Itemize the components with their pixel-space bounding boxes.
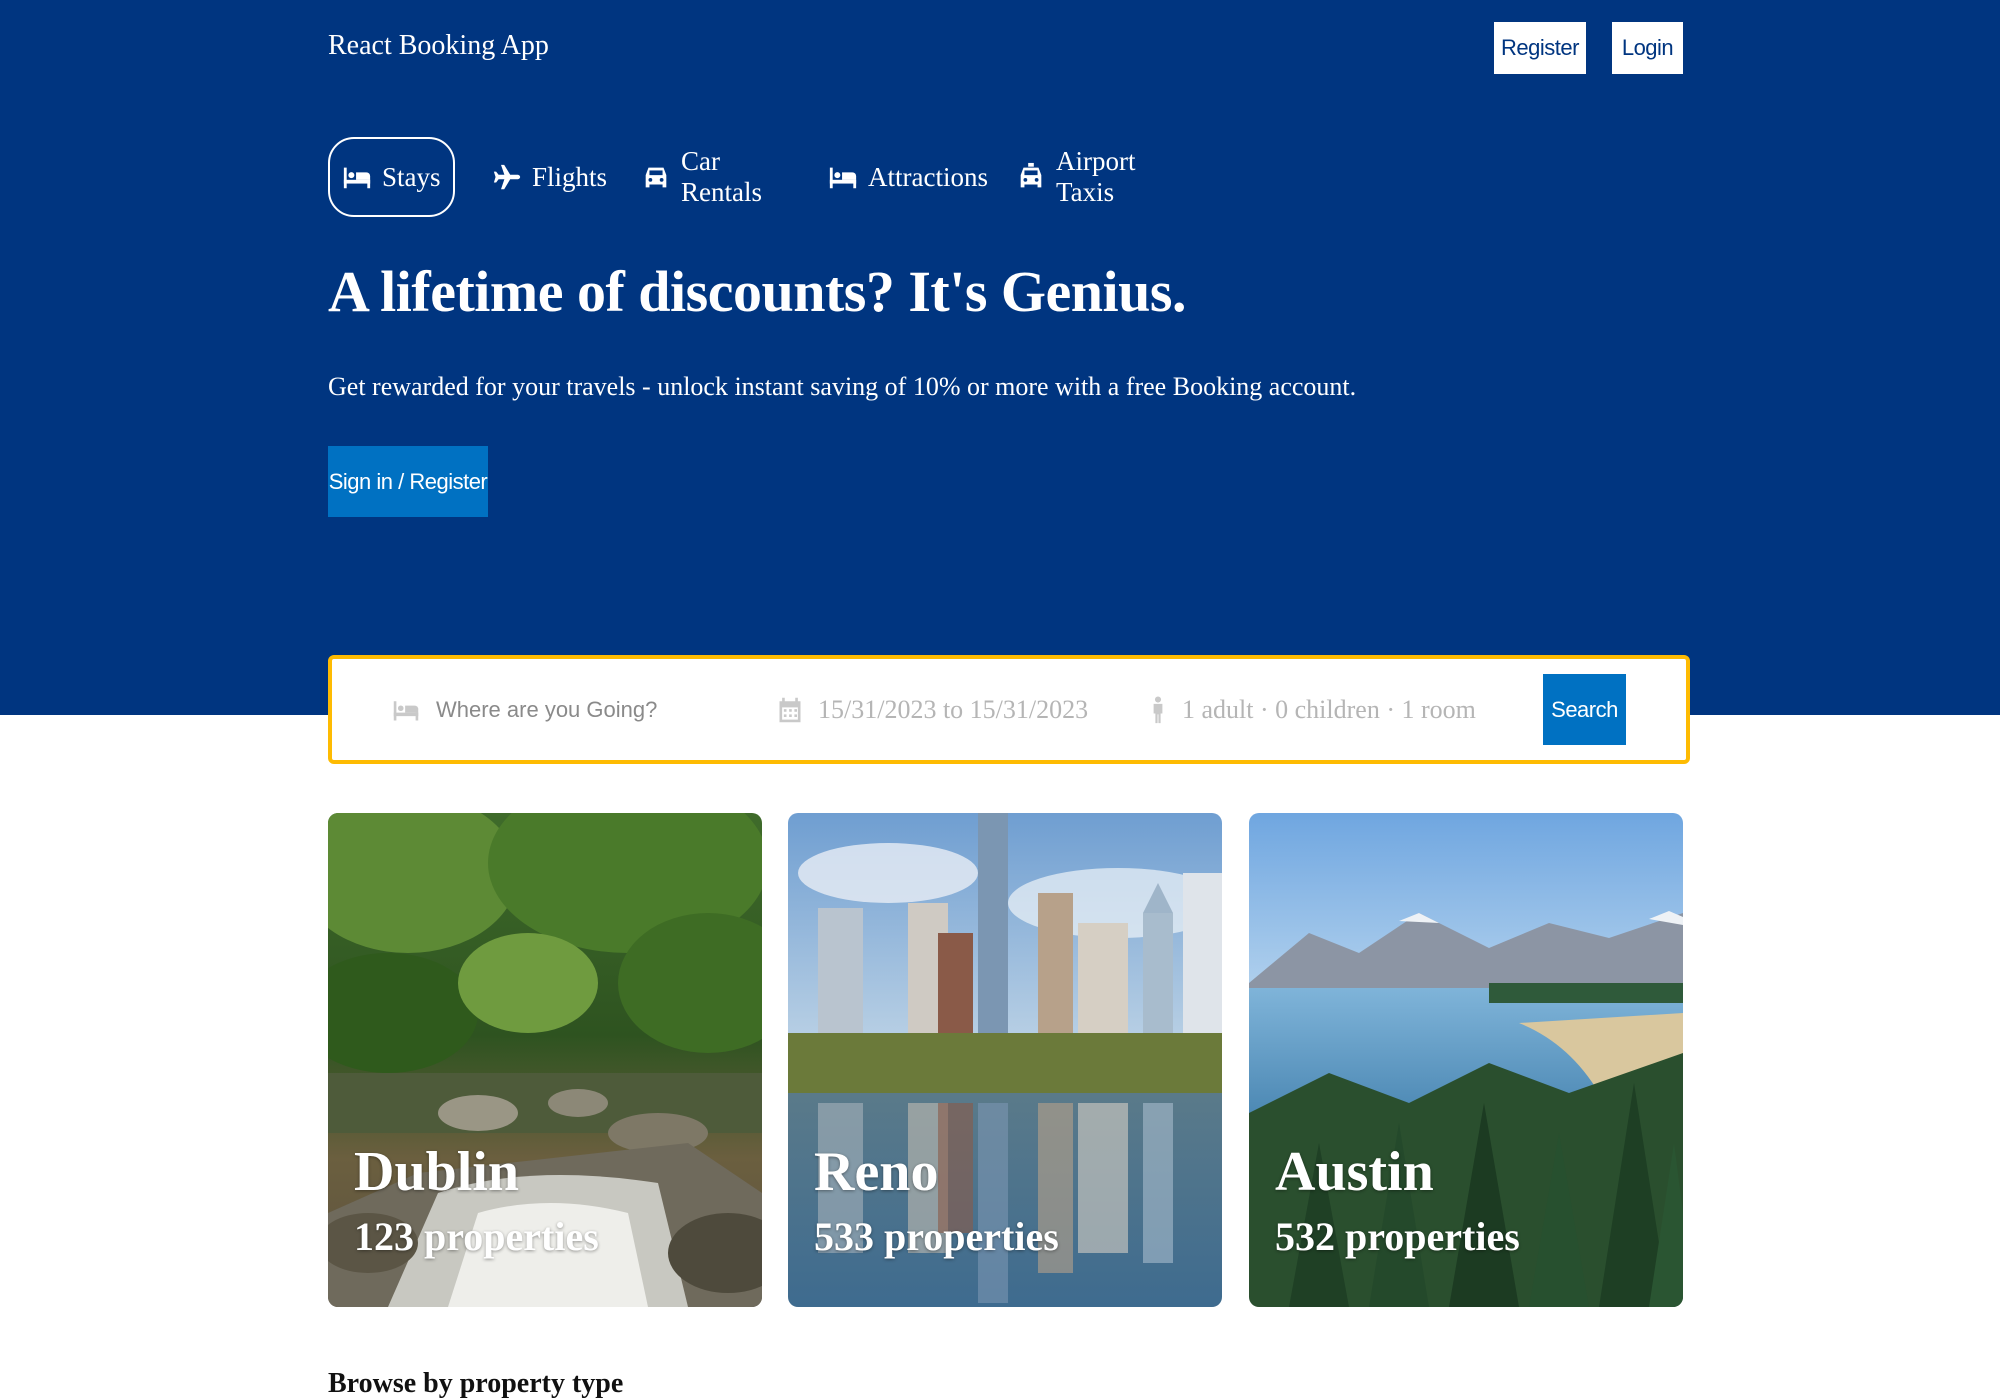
nav-item-label: Stays [382, 161, 441, 192]
featured-city: Austin [1275, 1141, 1434, 1203]
nav-item-label: Attractions [868, 161, 988, 192]
nav-item-airport-taxis[interactable]: Airport Taxis [1016, 137, 1135, 217]
calendar-icon [776, 696, 804, 724]
nav-item-label: Flights [532, 161, 608, 192]
hero-title: A lifetime of discounts? It's Genius. [328, 259, 1187, 324]
guests-text: 1 adult · 0 children · 1 room [1182, 694, 1476, 724]
date-field[interactable]: 15/31/2023 to 15/31/2023 [776, 659, 1088, 760]
featured-card-reno[interactable]: Reno 533 properties [788, 813, 1222, 1307]
featured-properties-count: 533 properties [814, 1214, 1059, 1259]
destination-input[interactable] [434, 695, 734, 724]
register-button[interactable]: Register [1494, 22, 1586, 74]
bed-icon [828, 162, 858, 192]
guests-field[interactable]: 1 adult · 0 children · 1 room [1148, 659, 1476, 760]
nav-item-label: Airport Taxis [1056, 146, 1136, 207]
nav-item-flights[interactable]: Flights [492, 137, 607, 217]
login-button[interactable]: Login [1612, 22, 1683, 74]
nav-item-label: Car Rentals [681, 146, 762, 207]
bed-icon [392, 696, 420, 724]
taxi-icon [1016, 162, 1046, 192]
search-bar: 15/31/2023 to 15/31/2023 1 adult · 0 chi… [328, 655, 1690, 764]
nav-item-attractions[interactable]: Attractions [828, 137, 988, 217]
bed-icon [342, 162, 372, 192]
nav-item-stays[interactable]: Stays [328, 137, 455, 217]
hero-description: Get rewarded for your travels - unlock i… [328, 372, 1357, 401]
featured-card-dublin[interactable]: Dublin 123 properties [328, 813, 762, 1307]
car-icon [641, 162, 671, 192]
person-icon [1148, 695, 1168, 724]
search-button[interactable]: Search [1543, 674, 1626, 745]
featured-city: Reno [814, 1141, 939, 1203]
featured-city: Dublin [354, 1141, 519, 1203]
featured-properties-count: 123 properties [354, 1214, 599, 1259]
nav-item-car-rentals[interactable]: Car Rentals [641, 137, 762, 217]
featured-card-austin[interactable]: Austin 532 properties [1249, 813, 1683, 1307]
plane-icon [492, 162, 522, 192]
brand-logo[interactable]: React Booking App [328, 30, 549, 62]
hero-header [0, 0, 2000, 715]
date-range-text: 15/31/2023 to 15/31/2023 [818, 694, 1089, 724]
section-title-property-type: Browse by property type [328, 1368, 624, 1399]
featured-properties-count: 532 properties [1275, 1214, 1520, 1259]
sign-in-register-button[interactable]: Sign in / Register [328, 446, 488, 517]
destination-field[interactable] [392, 659, 734, 760]
